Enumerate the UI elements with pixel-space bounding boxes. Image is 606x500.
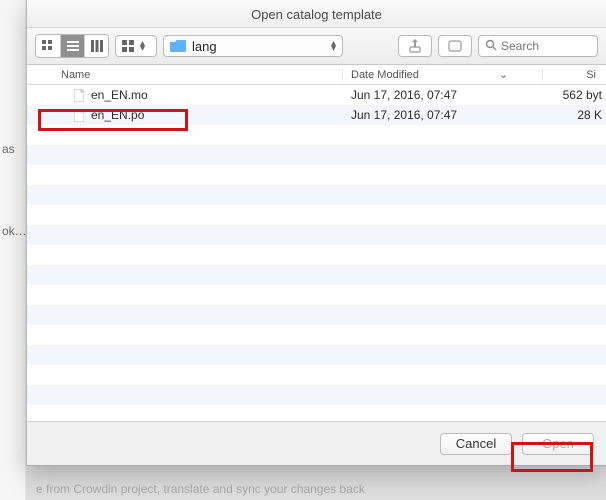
file-row[interactable]: en_EN.mo Jun 17, 2016, 07:47 562 byt — [27, 85, 606, 105]
grid-icon — [42, 40, 54, 52]
search-icon — [485, 39, 497, 54]
file-list: en_EN.mo Jun 17, 2016, 07:47 562 byt en_… — [27, 85, 606, 421]
column-header-size[interactable]: Si — [543, 69, 606, 81]
file-name: en_EN.po — [87, 108, 343, 122]
file-size: 562 byt — [543, 88, 606, 102]
toolbar: ▴▾ lang ▴▾ — [27, 28, 606, 65]
file-row[interactable]: en_EN.po Jun 17, 2016, 07:47 28 K — [27, 105, 606, 125]
file-date: Jun 17, 2016, 07:47 — [343, 108, 543, 122]
view-columns-button[interactable] — [84, 35, 108, 57]
folder-location-popup[interactable]: lang ▴▾ — [163, 35, 343, 57]
list-icon — [67, 40, 79, 52]
chevron-updown-icon: ▴▾ — [140, 41, 145, 51]
share-icon — [409, 39, 421, 53]
columns-icon — [91, 40, 103, 52]
folder-icon — [170, 40, 186, 52]
file-size: 28 K — [543, 108, 606, 122]
tags-button[interactable] — [438, 35, 472, 57]
view-list-button[interactable] — [60, 35, 84, 57]
column-header-date[interactable]: Date Modified ⌄ — [343, 68, 543, 81]
tag-icon — [448, 40, 462, 52]
chevron-updown-icon: ▴▾ — [331, 41, 336, 51]
search-field[interactable] — [478, 35, 598, 57]
file-name: en_EN.mo — [87, 88, 343, 102]
open-dialog: Open catalog template ▴▾ lang ▴▾ — [26, 0, 606, 466]
column-headers: Name Date Modified ⌄ Si — [27, 65, 606, 85]
folder-location-label: lang — [190, 39, 327, 54]
file-icon — [71, 109, 87, 122]
group-icon — [122, 40, 136, 52]
background-content: e from Crowdin project, translate and sy… — [26, 466, 606, 500]
dialog-footer: Cancel Open — [27, 421, 606, 465]
file-icon — [71, 89, 87, 102]
search-input[interactable] — [501, 39, 591, 53]
cancel-button[interactable]: Cancel — [440, 433, 512, 455]
sidebar-fragment: ok… — [2, 224, 27, 238]
dialog-title: Open catalog template — [27, 0, 606, 28]
view-mode-segment[interactable] — [35, 34, 109, 58]
sort-indicator-icon: ⌄ — [499, 68, 508, 81]
file-date: Jun 17, 2016, 07:47 — [343, 88, 543, 102]
view-icons-button[interactable] — [36, 35, 60, 57]
open-button[interactable]: Open — [522, 433, 594, 455]
column-header-name[interactable]: Name — [27, 69, 343, 81]
sidebar-fragment: as — [2, 142, 15, 156]
share-button[interactable] — [398, 35, 432, 57]
arrange-popup[interactable]: ▴▾ — [115, 35, 157, 57]
